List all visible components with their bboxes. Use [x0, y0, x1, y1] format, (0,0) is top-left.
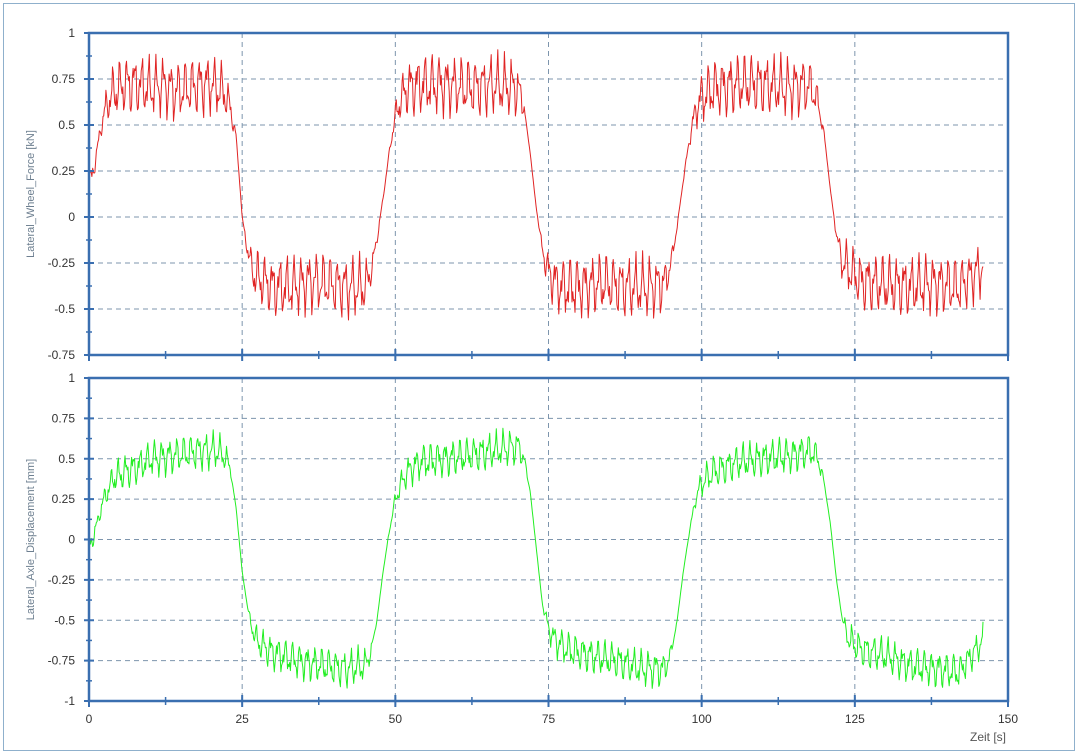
chart-panel-1: 1 0.75 0.5 0.25 0 -0.25 -0.5 -0.75 Lateral_Wheel…: [25, 26, 1010, 362]
series-line: [88, 427, 984, 689]
x-tick-label: 0: [86, 712, 93, 726]
y-tick-label: 0.25: [52, 164, 76, 178]
chart-panel-2: 1 0.75 0.5 0.25 0 -0.25 -0.5 -0.75 -1 0 25 50 75 100 1…: [25, 371, 1018, 744]
y-tick-label: 0.25: [52, 492, 76, 506]
y-tick-label: 0.5: [58, 118, 75, 132]
y-tick-label: -0.5: [54, 613, 75, 627]
x-tick-label: 50: [389, 712, 403, 726]
y-tick-label: -0.5: [54, 302, 75, 316]
y-tick-label: 0.75: [52, 411, 76, 425]
y-tick-label: 1: [68, 26, 75, 40]
y-tick-label: 0.75: [52, 72, 76, 86]
y-tick-label: 0: [68, 210, 75, 224]
x-tick-label: 125: [845, 712, 865, 726]
y-tick-label: -0.75: [48, 654, 76, 668]
y-tick-label: 0: [68, 533, 75, 547]
x-axis-label: Zeit [s]: [970, 730, 1006, 744]
y-tick-label: -0.75: [48, 348, 76, 362]
y-axis-label: Lateral_Axle_Displacement [mm]: [25, 459, 37, 620]
x-tick-label: 25: [235, 712, 249, 726]
series-line: [88, 49, 984, 321]
y-tick-label: -0.25: [48, 573, 76, 587]
y-tick-label: -0.25: [48, 256, 76, 270]
y-tick-label: 1: [68, 371, 75, 385]
y-axis-label: Lateral_Wheel_Force [kN]: [25, 130, 37, 258]
x-tick-label: 100: [692, 712, 712, 726]
figure: 1 0.75 0.5 0.25 0 -0.25 -0.5 -0.75 Lateral_Wheel…: [25, 26, 1018, 744]
x-tick-label: 75: [542, 712, 556, 726]
y-tick-label: 0.5: [58, 452, 75, 466]
y-tick-label: -1: [64, 694, 75, 708]
x-tick-label: 150: [998, 712, 1018, 726]
